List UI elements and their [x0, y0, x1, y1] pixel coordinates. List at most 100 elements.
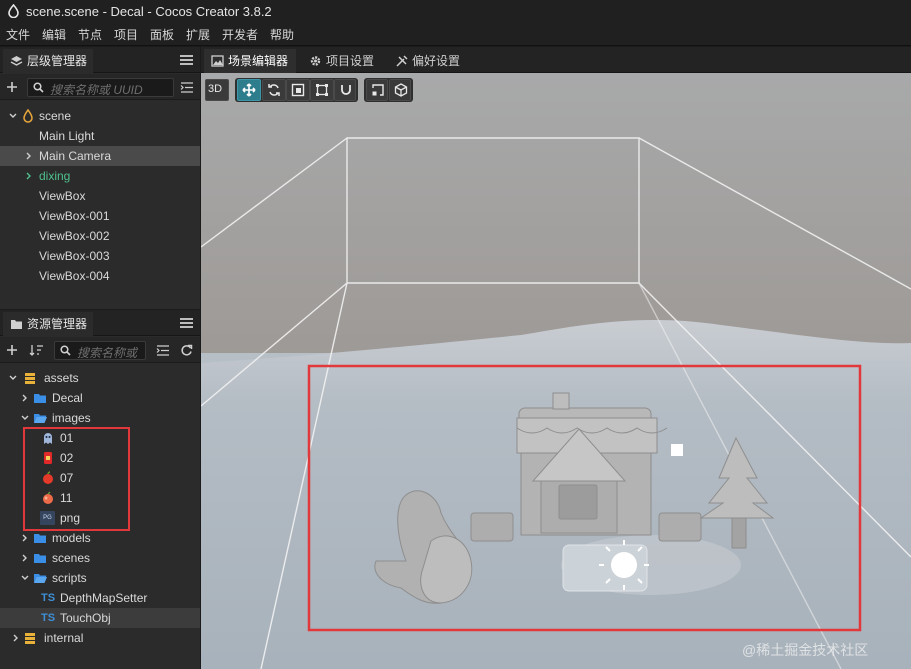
- search-icon: [60, 345, 71, 356]
- collapse-all-icon[interactable]: [180, 82, 194, 93]
- chevron-right-icon[interactable]: [21, 534, 29, 542]
- search-icon: [33, 82, 44, 93]
- tree-label: dixing: [39, 169, 71, 183]
- menu-help[interactable]: 帮助: [270, 26, 294, 43]
- assets-search-input[interactable]: 搜索名称或: [54, 341, 146, 360]
- menu-extension[interactable]: 扩展: [186, 26, 210, 43]
- rect-transform-icon: [316, 84, 328, 96]
- add-asset-icon[interactable]: [6, 344, 18, 356]
- menu-file[interactable]: 文件: [6, 26, 30, 43]
- magnet-icon: [341, 85, 351, 95]
- rect-tool-button[interactable]: [310, 79, 334, 101]
- tab-assets[interactable]: 资源管理器: [3, 312, 94, 336]
- menu-developer[interactable]: 开发者: [222, 26, 258, 43]
- tree-item-assets[interactable]: assets: [0, 368, 200, 388]
- hierarchy-header: 层级管理器: [0, 47, 200, 73]
- menu-edit[interactable]: 编辑: [42, 26, 66, 43]
- tree-item-viewbox-003[interactable]: ViewBox-003: [0, 246, 200, 266]
- window-title: scene.scene - Decal - Cocos Creator 3.8.…: [26, 4, 272, 19]
- tab-project-settings[interactable]: 项目设置: [302, 49, 382, 73]
- tab-scene-editor[interactable]: 场景编辑器: [204, 49, 297, 73]
- hierarchy-menu-icon[interactable]: [180, 55, 193, 65]
- assets-menu-icon[interactable]: [180, 318, 193, 328]
- tree-item-viewbox[interactable]: ViewBox: [0, 186, 200, 206]
- scene-render: [201, 73, 911, 669]
- chevron-right-icon[interactable]: [21, 394, 29, 402]
- folder-open-icon: [34, 574, 47, 583]
- scale-icon: [291, 83, 305, 97]
- chevron-down-icon[interactable]: [21, 414, 29, 422]
- chevron-right-icon[interactable]: [21, 554, 29, 562]
- typescript-icon: TS: [41, 592, 56, 604]
- tree-item-scenes[interactable]: scenes: [0, 548, 200, 568]
- tree-item-images[interactable]: images: [0, 408, 200, 428]
- tree-label: models: [52, 531, 91, 545]
- tab-preferences[interactable]: 偏好设置: [388, 49, 468, 73]
- tree-item-dixing[interactable]: dixing: [0, 166, 200, 186]
- tree-label: ViewBox: [39, 189, 86, 203]
- mode-3d-button[interactable]: 3D: [205, 79, 229, 101]
- tree-item-touchobj[interactable]: TS TouchObj: [0, 608, 200, 628]
- pivot-icon: [372, 84, 384, 96]
- tree-item-viewbox-001[interactable]: ViewBox-001: [0, 206, 200, 226]
- mode-3d-label: 3D: [208, 83, 223, 95]
- refresh-icon[interactable]: [180, 344, 193, 357]
- tree-item-viewbox-004[interactable]: ViewBox-004: [0, 266, 200, 286]
- snap-tool-button[interactable]: [334, 79, 356, 101]
- tree-item-depthmapsetter[interactable]: TS DepthMapSetter: [0, 588, 200, 608]
- tree-label: Main Light: [39, 129, 95, 143]
- hierarchy-tab-label: 层级管理器: [27, 54, 88, 68]
- typescript-icon: TS: [41, 612, 56, 624]
- chevron-down-icon[interactable]: [9, 374, 17, 382]
- tree-label: Main Camera: [39, 149, 112, 163]
- tree-item-decal[interactable]: Decal: [0, 388, 200, 408]
- tree-item-models[interactable]: models: [0, 528, 200, 548]
- add-node-icon[interactable]: [6, 81, 18, 93]
- folder-open-icon: [34, 414, 47, 423]
- move-tool-button[interactable]: [237, 79, 261, 101]
- tree-label: internal: [44, 631, 84, 645]
- tree-label: images: [52, 411, 91, 425]
- scene-image-icon: [211, 55, 224, 67]
- chevron-right-icon[interactable]: [25, 172, 33, 180]
- folder-icon: [34, 394, 46, 403]
- tree-label: scripts: [52, 571, 87, 585]
- chevron-down-icon[interactable]: [9, 112, 17, 120]
- tree-item-scene[interactable]: scene: [0, 106, 200, 126]
- collapse-all-icon[interactable]: [156, 345, 170, 356]
- scale-tool-button[interactable]: [286, 79, 310, 101]
- chevron-right-icon[interactable]: [25, 152, 33, 160]
- tree-item-main-light[interactable]: Main Light: [0, 126, 200, 146]
- database-icon: [25, 373, 35, 384]
- tab-label: 偏好设置: [412, 54, 461, 68]
- sort-icon[interactable]: [29, 344, 44, 356]
- chevron-right-icon[interactable]: [12, 634, 20, 642]
- database-icon: [25, 633, 35, 644]
- tree-label: ViewBox-003: [39, 249, 110, 263]
- tree-label: assets: [44, 371, 79, 385]
- tree-item-main-camera[interactable]: Main Camera: [0, 146, 200, 166]
- rotate-icon: [268, 84, 280, 96]
- menu-node[interactable]: 节点: [78, 26, 102, 43]
- rotate-tool-button[interactable]: [262, 79, 286, 101]
- scene-flame-icon: [23, 109, 33, 123]
- tree-label: DepthMapSetter: [60, 591, 148, 605]
- gear-icon: [310, 56, 321, 66]
- scene-viewport[interactable]: [201, 73, 911, 669]
- hierarchy-search-input[interactable]: 搜索名称或 UUID: [27, 78, 174, 97]
- tree-label: ViewBox-002: [39, 229, 110, 243]
- cube-icon: [394, 83, 408, 97]
- watermark-text: @稀土掘金技术社区: [742, 642, 869, 658]
- tree-item-viewbox-002[interactable]: ViewBox-002: [0, 226, 200, 246]
- tree-item-internal[interactable]: internal: [0, 628, 200, 648]
- menu-project[interactable]: 项目: [114, 26, 138, 43]
- coordinate-tool-button[interactable]: [389, 79, 411, 101]
- menu-panel[interactable]: 面板: [150, 26, 174, 43]
- tree-item-scripts[interactable]: scripts: [0, 568, 200, 588]
- pivot-tool-button[interactable]: [366, 79, 388, 101]
- chevron-down-icon[interactable]: [21, 574, 29, 582]
- tab-hierarchy[interactable]: 层级管理器: [3, 49, 94, 73]
- folder-icon: [11, 320, 22, 329]
- assets-search-placeholder: 搜索名称或: [77, 346, 138, 360]
- tree-label: ViewBox-001: [39, 209, 110, 223]
